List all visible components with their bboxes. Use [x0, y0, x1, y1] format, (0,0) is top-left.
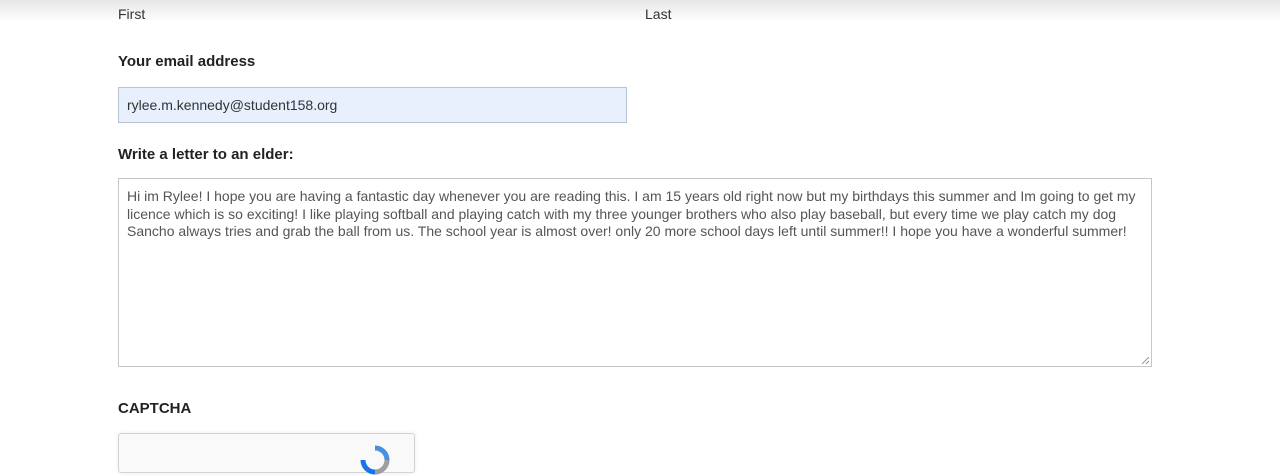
captcha-label: CAPTCHA [118, 400, 192, 417]
resize-handle-icon[interactable] [1142, 357, 1149, 364]
email-label: Your email address [118, 53, 256, 70]
recaptcha-widget[interactable] [118, 433, 415, 475]
letter-textarea[interactable]: Hi im Rylee! I hope you are having a fan… [118, 178, 1152, 367]
letter-text: Hi im Rylee! I hope you are having a fan… [127, 188, 1136, 239]
email-field[interactable] [118, 87, 627, 123]
top-scroll-shadow [0, 0, 1280, 22]
last-name-sublabel: Last [645, 6, 672, 22]
letter-label: Write a letter to an elder: [118, 146, 294, 163]
first-name-sublabel: First [118, 6, 146, 22]
recaptcha-logo-icon [360, 445, 390, 475]
